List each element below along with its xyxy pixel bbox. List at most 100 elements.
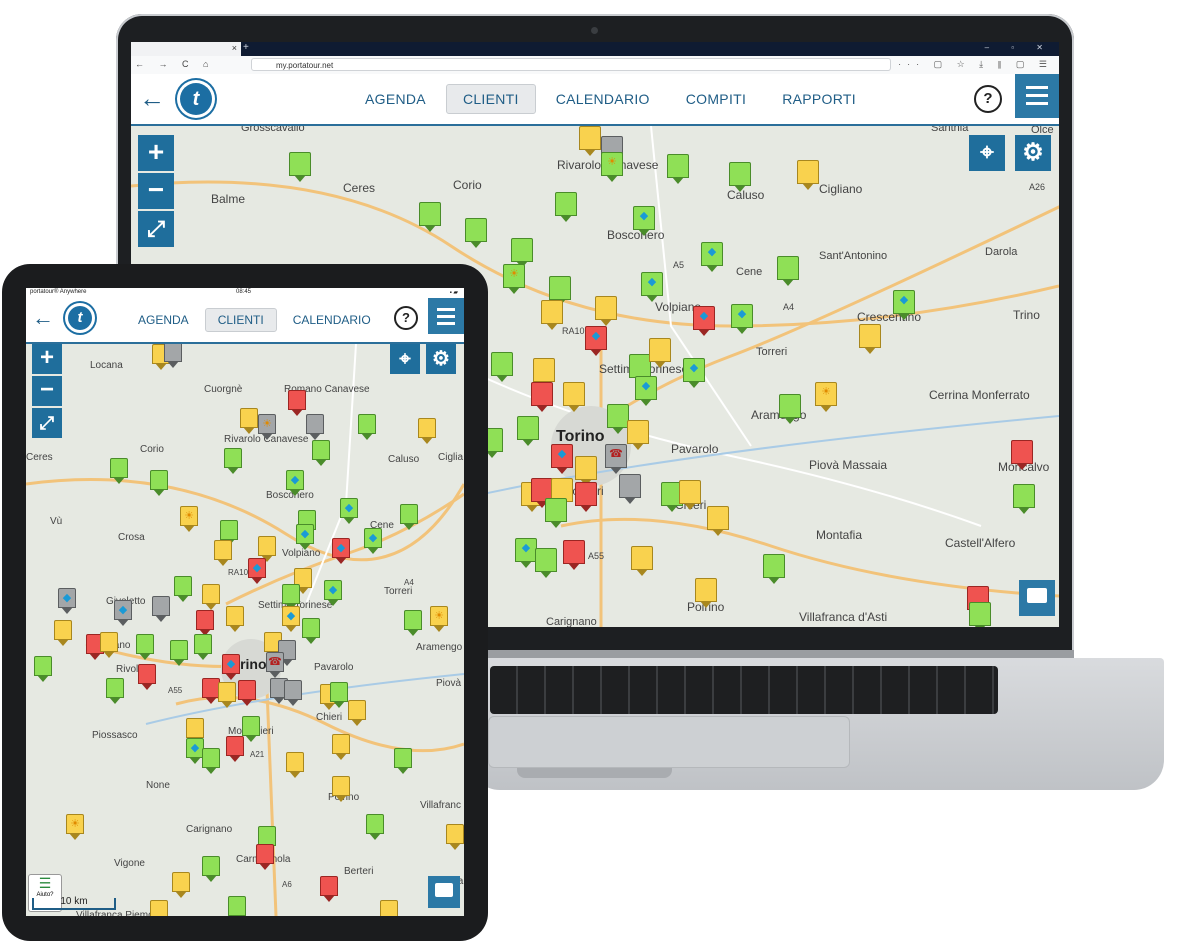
customer-map-pin[interactable] bbox=[202, 748, 220, 774]
settings-gear-icon[interactable]: ⚙ bbox=[1015, 135, 1051, 171]
customer-map-pin[interactable] bbox=[218, 682, 236, 708]
customer-map-pin[interactable]: ☀ bbox=[601, 152, 623, 182]
customer-map-pin[interactable] bbox=[238, 680, 256, 706]
customer-map-pin[interactable] bbox=[491, 352, 513, 382]
customer-map-pin[interactable] bbox=[150, 470, 168, 496]
customer-map-pin[interactable]: ☀ bbox=[180, 506, 198, 532]
customer-map-pin[interactable] bbox=[607, 404, 629, 434]
customer-map-pin[interactable] bbox=[256, 844, 274, 870]
customer-map-pin[interactable] bbox=[136, 634, 154, 660]
customer-map-pin[interactable] bbox=[446, 824, 464, 850]
customer-map-pin[interactable] bbox=[707, 506, 729, 536]
customer-map-pin[interactable]: ☀ bbox=[430, 606, 448, 632]
customer-map-pin[interactable] bbox=[110, 458, 128, 484]
customer-map-pin[interactable] bbox=[152, 596, 170, 622]
customer-map-pin[interactable]: ☀ bbox=[503, 264, 525, 294]
customer-map-pin[interactable] bbox=[228, 896, 246, 916]
customer-map-pin[interactable] bbox=[465, 218, 487, 248]
customer-map-pin[interactable] bbox=[400, 504, 418, 530]
customer-map-pin[interactable] bbox=[100, 632, 118, 658]
fullscreen-icon[interactable]: ⤢ bbox=[32, 408, 62, 438]
browser-tab[interactable]: × bbox=[131, 42, 241, 56]
customer-map-pin[interactable] bbox=[348, 700, 366, 726]
customer-map-pin[interactable] bbox=[631, 546, 653, 576]
customer-map-pin[interactable] bbox=[240, 408, 258, 434]
customer-map-pin[interactable] bbox=[667, 154, 689, 184]
customer-map-pin[interactable] bbox=[555, 192, 577, 222]
customer-map-pin[interactable] bbox=[330, 682, 348, 708]
close-tab-icon[interactable]: × bbox=[232, 43, 237, 53]
customer-map-pin[interactable] bbox=[106, 678, 124, 704]
customer-map-pin[interactable] bbox=[729, 162, 751, 192]
customer-map-pin[interactable] bbox=[511, 238, 533, 268]
customer-map-pin[interactable] bbox=[226, 736, 244, 762]
customer-map-pin[interactable] bbox=[282, 584, 300, 610]
customer-map-pin[interactable] bbox=[258, 826, 276, 852]
customer-map-pin[interactable] bbox=[220, 520, 238, 546]
customer-map-pin[interactable] bbox=[575, 456, 597, 486]
customer-map-pin[interactable] bbox=[679, 480, 701, 510]
customer-map-pin[interactable] bbox=[419, 202, 441, 232]
customer-map-pin[interactable] bbox=[302, 618, 320, 644]
customer-map-pin[interactable]: ◆ bbox=[641, 272, 663, 302]
customer-map-pin[interactable] bbox=[563, 540, 585, 570]
customer-map-pin[interactable] bbox=[859, 324, 881, 354]
customer-map-pin[interactable] bbox=[226, 606, 244, 632]
customer-map-pin[interactable] bbox=[517, 416, 539, 446]
customer-map-pin[interactable]: ◆ bbox=[701, 242, 723, 272]
customer-map-pin[interactable] bbox=[366, 814, 384, 840]
browser-toolbar-icons[interactable]: ··· ▢ ☆ ⤓ ⫴ ▢ ☰ bbox=[898, 59, 1053, 70]
customer-map-pin[interactable] bbox=[214, 540, 232, 566]
customer-map-pin[interactable] bbox=[575, 482, 597, 512]
customer-map-pin[interactable]: ☎ bbox=[266, 652, 284, 678]
customer-map-pin[interactable] bbox=[531, 382, 553, 412]
customer-map-pin[interactable] bbox=[258, 536, 276, 562]
customer-map-pin[interactable]: ☎ bbox=[605, 444, 627, 474]
customer-map-pin[interactable]: ◆ bbox=[515, 538, 537, 568]
customer-map-pin[interactable] bbox=[541, 300, 563, 330]
customer-map-pin[interactable]: ◆ bbox=[248, 558, 266, 584]
customer-map-pin[interactable]: ◆ bbox=[340, 498, 358, 524]
customer-map-pin[interactable]: ◆ bbox=[286, 470, 304, 496]
customer-map-pin[interactable]: ◆ bbox=[693, 306, 715, 336]
help-icon[interactable]: ? bbox=[974, 85, 1002, 113]
tab-agenda[interactable]: AGENDA bbox=[126, 309, 201, 331]
customer-map-pin[interactable] bbox=[619, 474, 641, 504]
customer-map-pin[interactable] bbox=[535, 548, 557, 578]
customer-map-pin[interactable] bbox=[312, 440, 330, 466]
tab-calendario[interactable]: CALENDARIO bbox=[540, 85, 666, 113]
customer-map-pin[interactable] bbox=[196, 610, 214, 636]
tab-clienti[interactable]: CLIENTI bbox=[445, 84, 536, 114]
customer-map-pin[interactable] bbox=[224, 448, 242, 474]
customer-map-pin[interactable]: ◆ bbox=[58, 588, 76, 614]
customer-map-pin[interactable]: ☀ bbox=[815, 382, 837, 412]
customer-map-pin[interactable]: ◆ bbox=[633, 206, 655, 236]
portatour-logo[interactable]: t bbox=[68, 306, 92, 330]
customer-map-pin[interactable] bbox=[695, 578, 717, 608]
customer-map-pin[interactable] bbox=[545, 498, 567, 528]
customer-map-pin[interactable] bbox=[284, 680, 302, 706]
customer-map-pin[interactable] bbox=[418, 418, 436, 444]
help-icon[interactable]: ? bbox=[394, 306, 418, 330]
customer-map-pin[interactable]: ◆ bbox=[332, 538, 350, 564]
customer-map-pin[interactable] bbox=[170, 640, 188, 666]
tab-agenda[interactable]: AGENDA bbox=[349, 85, 442, 113]
customer-map-pin[interactable] bbox=[242, 716, 260, 742]
map-view[interactable]: Locana Cuorgnè Romano Canavese Rivarolo Can… bbox=[26, 344, 464, 916]
portatour-logo[interactable]: t bbox=[180, 83, 212, 115]
customer-map-pin[interactable] bbox=[404, 610, 422, 636]
customer-map-pin[interactable]: ☀ bbox=[66, 814, 84, 840]
customer-map-pin[interactable] bbox=[320, 876, 338, 902]
back-arrow-icon[interactable]: ← bbox=[32, 304, 54, 332]
customer-map-pin[interactable]: ◆ bbox=[585, 326, 607, 356]
customer-map-pin[interactable] bbox=[394, 748, 412, 774]
chat-icon[interactable] bbox=[428, 876, 460, 908]
customer-map-pin[interactable] bbox=[358, 414, 376, 440]
zoom-out-button[interactable]: − bbox=[138, 173, 174, 209]
settings-gear-icon[interactable]: ⚙ bbox=[426, 344, 456, 374]
customer-map-pin[interactable]: ◆ bbox=[683, 358, 705, 388]
customer-map-pin[interactable] bbox=[629, 354, 651, 384]
customer-map-pin[interactable] bbox=[289, 152, 311, 182]
customer-map-pin[interactable] bbox=[172, 872, 190, 898]
customer-map-pin[interactable] bbox=[54, 620, 72, 646]
